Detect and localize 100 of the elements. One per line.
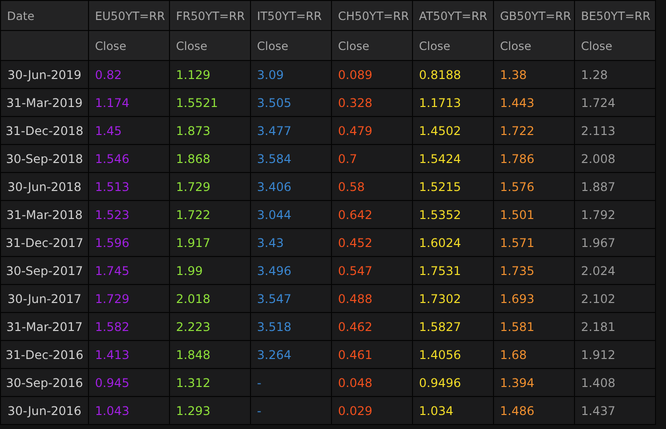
value-cell: 0.328 — [332, 88, 412, 116]
value-cell: 2.223 — [170, 312, 250, 340]
value-cell: 3.406 — [250, 172, 332, 200]
value-cell: 1.596 — [88, 228, 170, 256]
value-cell: 1.28 — [574, 60, 656, 88]
value-cell: 3.477 — [250, 116, 332, 144]
value-cell: 1.693 — [494, 284, 574, 312]
value-cell: 0.547 — [332, 256, 412, 284]
value-cell: 1.408 — [574, 368, 656, 396]
value-cell: 1.5424 — [412, 144, 494, 172]
value-cell: 1.571 — [494, 228, 574, 256]
value-cell: 3.044 — [250, 200, 332, 228]
value-cell: 3.496 — [250, 256, 332, 284]
date-cell: 31-Dec-2016 — [0, 340, 88, 368]
value-cell: 3.584 — [250, 144, 332, 172]
column-subheader: Close — [494, 30, 574, 60]
column-header[interactable]: CH50YT=RR — [332, 0, 412, 30]
date-cell: 30-Sep-2018 — [0, 144, 88, 172]
value-cell: 1.394 — [494, 368, 574, 396]
value-cell: 1.034 — [412, 396, 494, 424]
value-cell: 3.43 — [250, 228, 332, 256]
value-cell: 1.99 — [170, 256, 250, 284]
column-subheader: Close — [412, 30, 494, 60]
value-cell: 1.38 — [494, 60, 574, 88]
value-cell: 3.505 — [250, 88, 332, 116]
column-header[interactable]: BE50YT=RR — [574, 0, 656, 30]
column-header[interactable]: Date — [0, 0, 88, 30]
value-cell: 1.576 — [494, 172, 574, 200]
value-cell: 1.582 — [88, 312, 170, 340]
value-cell: 1.873 — [170, 116, 250, 144]
value-cell: 1.7302 — [412, 284, 494, 312]
value-cell: 0.82 — [88, 60, 170, 88]
value-cell: 1.5827 — [412, 312, 494, 340]
column-header[interactable]: AT50YT=RR — [412, 0, 494, 30]
value-cell: 0.089 — [332, 60, 412, 88]
value-cell: 2.008 — [574, 144, 656, 172]
value-cell: 1.174 — [88, 88, 170, 116]
value-cell: 1.293 — [170, 396, 250, 424]
value-cell: 1.722 — [170, 200, 250, 228]
value-cell: 0.029 — [332, 396, 412, 424]
value-cell: 0.452 — [332, 228, 412, 256]
column-header[interactable]: GB50YT=RR — [494, 0, 574, 30]
value-cell: 2.113 — [574, 116, 656, 144]
column-header[interactable]: EU50YT=RR — [88, 0, 170, 30]
value-cell: 0.642 — [332, 200, 412, 228]
value-cell: - — [250, 396, 332, 424]
value-cell: 1.967 — [574, 228, 656, 256]
value-cell: 0.462 — [332, 312, 412, 340]
value-cell: 1.546 — [88, 144, 170, 172]
value-cell: 1.735 — [494, 256, 574, 284]
value-cell: 0.58 — [332, 172, 412, 200]
value-cell: 1.1713 — [412, 88, 494, 116]
value-cell: 1.729 — [170, 172, 250, 200]
date-cell: 30-Jun-2017 — [0, 284, 88, 312]
date-cell: 31-Dec-2018 — [0, 116, 88, 144]
column-subheader: Close — [250, 30, 332, 60]
value-cell: 1.917 — [170, 228, 250, 256]
value-cell: 1.868 — [170, 144, 250, 172]
date-cell: 30-Jun-2019 — [0, 60, 88, 88]
value-cell: 2.024 — [574, 256, 656, 284]
value-cell: 1.486 — [494, 396, 574, 424]
value-cell: 1.043 — [88, 396, 170, 424]
column-subheader: Close — [170, 30, 250, 60]
column-header[interactable]: FR50YT=RR — [170, 0, 250, 30]
value-cell: 1.501 — [494, 200, 574, 228]
value-cell: 1.581 — [494, 312, 574, 340]
value-cell: 1.745 — [88, 256, 170, 284]
value-cell: - — [250, 368, 332, 396]
value-cell: 1.5521 — [170, 88, 250, 116]
value-cell: 1.68 — [494, 340, 574, 368]
value-cell: 1.4056 — [412, 340, 494, 368]
value-cell: 0.7 — [332, 144, 412, 172]
value-cell: 3.264 — [250, 340, 332, 368]
value-cell: 0.488 — [332, 284, 412, 312]
column-subheader: Close — [88, 30, 170, 60]
date-cell: 30-Jun-2016 — [0, 396, 88, 424]
column-header[interactable]: IT50YT=RR — [250, 0, 332, 30]
date-cell: 30-Jun-2018 — [0, 172, 88, 200]
value-cell: 1.443 — [494, 88, 574, 116]
value-cell: 1.437 — [574, 396, 656, 424]
value-cell: 2.181 — [574, 312, 656, 340]
value-cell: 1.5215 — [412, 172, 494, 200]
date-cell: 30-Sep-2016 — [0, 368, 88, 396]
value-cell: 1.4502 — [412, 116, 494, 144]
value-cell: 1.786 — [494, 144, 574, 172]
value-cell: 1.729 — [88, 284, 170, 312]
value-cell: 1.912 — [574, 340, 656, 368]
value-cell: 3.09 — [250, 60, 332, 88]
value-cell: 1.5352 — [412, 200, 494, 228]
value-cell: 0.9496 — [412, 368, 494, 396]
value-cell: 1.887 — [574, 172, 656, 200]
column-subheader: Close — [574, 30, 656, 60]
value-cell: 2.102 — [574, 284, 656, 312]
value-cell: 1.792 — [574, 200, 656, 228]
value-cell: 1.129 — [170, 60, 250, 88]
value-cell: 1.6024 — [412, 228, 494, 256]
value-cell: 0.461 — [332, 340, 412, 368]
column-subheader: Close — [332, 30, 412, 60]
value-cell: 1.722 — [494, 116, 574, 144]
value-cell: 0.945 — [88, 368, 170, 396]
